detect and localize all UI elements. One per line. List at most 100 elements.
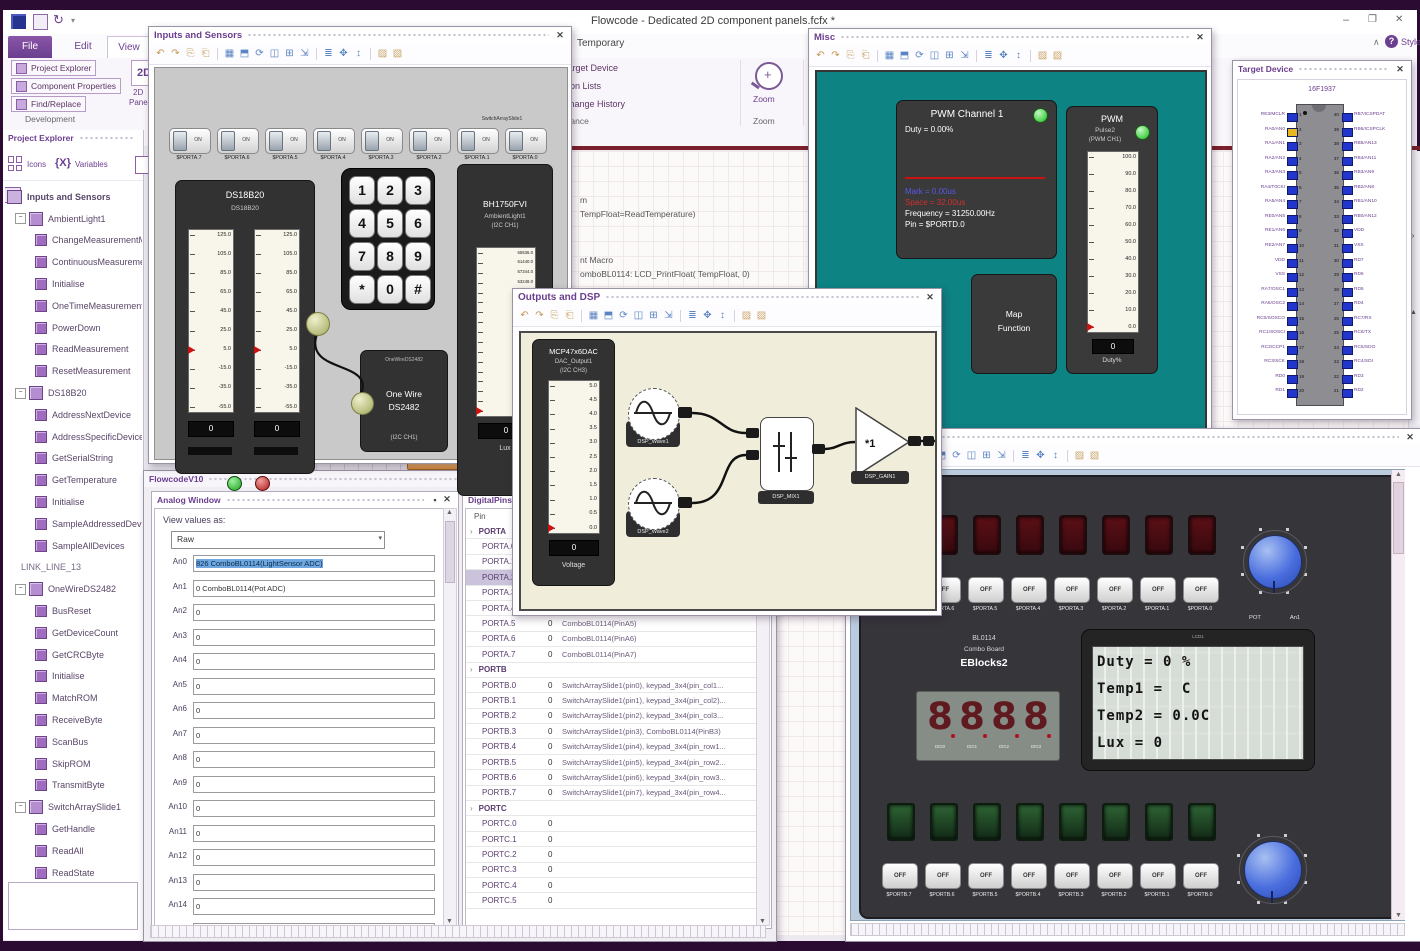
redo-icon[interactable]: ↷ [533,309,546,323]
dsp-wave2[interactable] [628,478,680,530]
pwm-meter-scale[interactable]: 100.0 90.0 80.0 70.0 60.0 50.0 40.0 30.0 20.0 10.… [1087,151,1139,333]
scroll-up-icon[interactable]: ▲ [1395,471,1402,478]
tree-macro-ChangeMeasurementMode[interactable]: ChangeMeasurementMode [5,230,142,252]
redo-icon[interactable]: ↷ [169,47,182,61]
copy-icon[interactable]: ⎘ [844,49,857,63]
keypad-key-1[interactable]: 1 [349,176,375,205]
digital-row-PORTC.1[interactable]: PORTC.1 0 [466,832,756,848]
expand-icon[interactable]: › [470,804,473,813]
switch-handle[interactable] [461,131,475,151]
close-icon[interactable]: ✕ [441,494,453,505]
digital-row-PORTB.1[interactable]: PORTB.1 0 SwitchArraySlide1(pin1), keypad_… [466,693,756,709]
board-button-$PORTA.2[interactable]: OFF [1097,577,1133,603]
tree-macro-GetHandle[interactable]: GetHandle [5,818,142,840]
tab-edit[interactable]: Edit [61,36,105,58]
tree-macro-BusReset[interactable]: BusReset [5,600,142,622]
keypad-key-*[interactable]: * [349,275,375,304]
board-button-$PORTA.5[interactable]: OFF [968,577,1004,603]
customize-icon[interactable]: ▾ [71,16,75,25]
digital-row-PORTC.0[interactable]: PORTC.0 0 [466,816,756,832]
tree-macro-ScanBus[interactable]: ScanBus [5,731,142,753]
scale-pointer-icon[interactable] [476,407,483,415]
analog-input-An0[interactable]: 826 ComboBL0114(LightSensor ADC) [193,555,435,572]
tree-root[interactable]: Inputs and Sensors [5,186,142,208]
minimize-button[interactable]: – [1343,14,1349,26]
texture-icon[interactable]: ▧ [755,309,768,323]
ds18b20-block[interactable]: DS18B20 DS18B20 125.0 105.0 85.0 65.0 45.0 25… [175,180,315,474]
tree-macro-SampleAddressedDevice[interactable]: SampleAddressedDevice [5,513,142,535]
digital-row-PORTA.5[interactable]: PORTA.5 0 ComboBL0114(PinA5) [466,616,756,632]
analog-v-scrollbar[interactable]: ▲ ▼ [443,508,457,926]
board-button-$PORTB.6[interactable]: OFF [925,863,961,889]
tree-item-SwitchArraySlide1[interactable]: − SwitchArraySlide1 [5,796,142,818]
export-icon[interactable]: ⇲ [958,49,971,63]
analog-window-titlebar[interactable]: Analog Window ▪ ✕ [152,492,458,507]
redo-icon[interactable]: ↷ [829,49,842,63]
board-button-$PORTB.0[interactable]: OFF [1183,863,1219,889]
analog-input-An5[interactable]: 0 [193,677,435,695]
dac-scale[interactable]: 5.0 4.5 4.0 3.5 3.0 2.5 2.0 1.5 1.0 0.5 0.0 [548,380,600,534]
close-button[interactable]: ✕ [1395,14,1403,25]
texture-icon[interactable]: ▧ [1088,449,1101,463]
project-explorer-titlebar[interactable]: Project Explorer [3,130,143,146]
properties-icon[interactable]: ✥ [701,309,714,323]
digital-row-PORTB.5[interactable]: PORTB.5 0 SwitchArraySlide1(pin5), keypad_… [466,755,756,771]
board-button-$PORTB.7[interactable]: OFF [882,863,918,889]
keypad-key-8[interactable]: 8 [377,242,403,271]
misc-titlebar[interactable]: Misc ✕ [809,29,1211,45]
properties-icon[interactable]: ✥ [337,47,350,61]
tree-macro-OneTimeMeasurement[interactable]: OneTimeMeasurement [5,295,142,317]
digital-row-PORTA.6[interactable]: PORTA.6 0 ComboBL0114(PinA6) [466,632,756,648]
board-button-$PORTB.5[interactable]: OFF [968,863,1004,889]
snap-icon[interactable]: ⊞ [283,47,296,61]
tree-item-LINK_LINE_13[interactable]: LINK_LINE_13 [5,557,142,579]
scrollbar-thumb[interactable] [1393,482,1404,554]
keypad-key-7[interactable]: 7 [349,242,375,271]
keypad-key-2[interactable]: 2 [377,176,403,205]
outputs-dsp-titlebar[interactable]: Outputs and DSP ✕ [513,289,941,305]
paste-icon[interactable]: ⎗ [199,47,212,61]
grid-icon[interactable]: ▦ [883,49,896,63]
keypad-key-9[interactable]: 9 [405,242,431,271]
ribbon-button-project-explorer[interactable]: Project Explorer [11,60,97,76]
switch-handle[interactable] [317,131,331,151]
icons-view-label[interactable]: Icons [27,160,46,169]
dac-block[interactable]: MCP47x6DAC DAC_Output1 (I2C CH3) 5.0 4.5 4… [532,339,615,586]
collapse-icon[interactable]: − [15,213,26,225]
analog-input-An4[interactable]: 0 [193,653,435,670]
dsp-gain[interactable]: *1 [855,406,911,478]
tree-item-DS18B20[interactable]: − DS18B20 [5,382,142,404]
scale-pointer-icon[interactable] [254,345,261,354]
dsp-mixer[interactable] [760,417,814,491]
analog-input-An11[interactable]: 0 [193,824,435,842]
analog-input-An10[interactable]: 0 [193,800,435,817]
panel-switch-$PORTA.3[interactable]: ON [361,128,403,154]
board-button-$PORTA.0[interactable]: OFF [1183,577,1219,603]
collapse-icon[interactable]: − [15,583,26,595]
analog-input-An7[interactable]: 0 [193,726,435,744]
icons-view-icon[interactable] [8,156,23,171]
board-button-$PORTB.4[interactable]: OFF [1011,863,1047,889]
texture-icon[interactable]: ▧ [391,47,404,61]
tab-file[interactable]: File [8,36,52,58]
copy-icon[interactable]: ⎘ [548,309,561,323]
tab-view[interactable]: View [107,36,151,59]
keypad-key-#[interactable]: # [405,275,431,304]
tree-macro-SampleAllDevices[interactable]: SampleAllDevices [5,535,142,557]
close-icon[interactable]: ✕ [1404,432,1416,443]
mirror-icon[interactable]: ◫ [632,309,645,323]
tree-item-OneWireDS2482[interactable]: − OneWireDS2482 [5,578,142,600]
paste-icon[interactable]: ⎗ [563,309,576,323]
digital-row-PORTC.4[interactable]: PORTC.4 0 [466,878,756,894]
wire-node-1[interactable] [306,312,330,336]
shade-icon[interactable]: ▨ [740,309,753,323]
properties-icon[interactable]: ✥ [1034,449,1047,463]
shade-icon[interactable]: ▨ [1073,449,1086,463]
digital-row-PORTB.0[interactable]: PORTB.0 0 SwitchArraySlide1(pin0), keypad_… [466,678,756,694]
digital-row-PORTC.5[interactable]: PORTC.5 0 [466,893,756,909]
tree-macro-AddressNextDevice[interactable]: AddressNextDevice [5,404,142,426]
pan-icon[interactable]: ↕ [1049,449,1062,463]
analog-input-An12[interactable]: 0 [193,849,435,866]
tree-macro-PowerDown[interactable]: PowerDown [5,317,142,339]
keypad-key-0[interactable]: 0 [377,275,403,304]
